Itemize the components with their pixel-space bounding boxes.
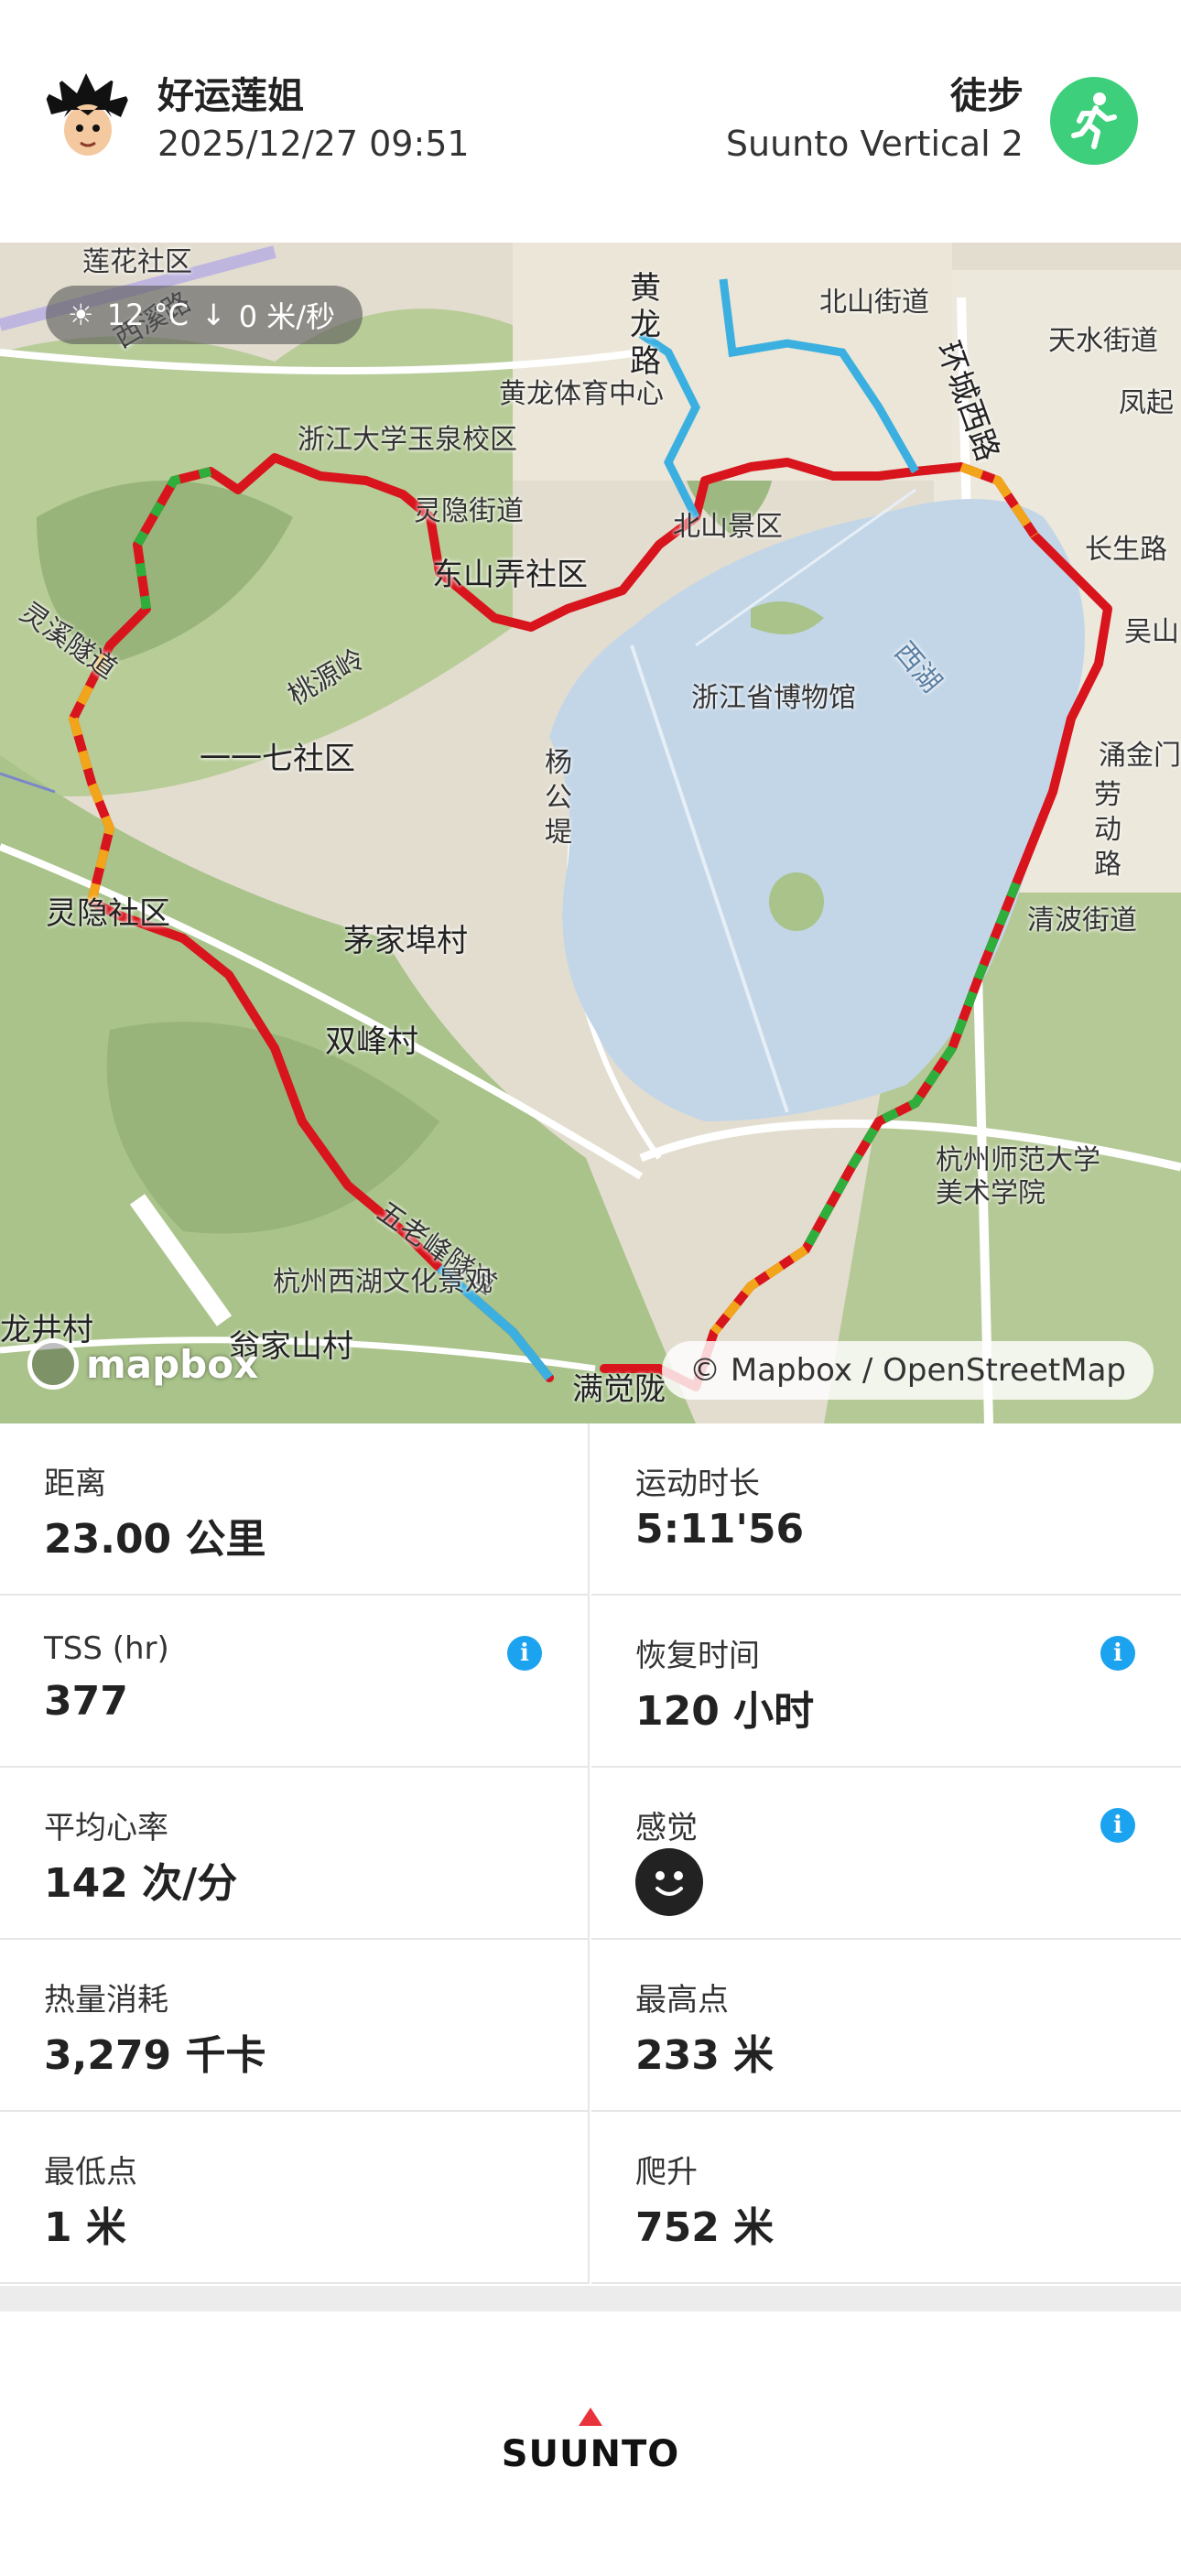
stat-label: 感觉 <box>635 1810 698 1846</box>
map-label: 双峰村 <box>325 1023 418 1060</box>
brand-name: SUUNTO <box>501 2433 680 2475</box>
mapbox-logo[interactable]: mapbox <box>27 1338 258 1390</box>
map-label: 杭州西湖文化景观 <box>273 1266 493 1298</box>
stat-label: 距离 <box>44 1466 106 1502</box>
stat-value: 3,279 千卡 <box>44 2032 266 2079</box>
stat-cell: 最低点 1 米 <box>0 2112 590 2284</box>
info-icon[interactable]: i <box>1100 1808 1135 1843</box>
stat-value: 1 米 <box>44 2204 126 2251</box>
stat-label: 最高点 <box>635 1982 729 2019</box>
mapbox-wordmark: mapbox <box>86 1341 259 1387</box>
map-label: 北山景区 <box>673 511 783 543</box>
route-map[interactable]: 莲花社区 西溪路 黄龙体育中心 浙江大学玉泉校区 灵隐街道 北山街道 天水街道 … <box>0 243 1181 1423</box>
stat-label: 最低点 <box>44 2154 137 2191</box>
map-canvas <box>0 243 1181 1423</box>
wind-speed: 0 米/秒 <box>238 299 336 334</box>
map-label: 北山街道 <box>819 287 929 319</box>
map-label: 杭州师范大学美术学院 <box>936 1144 1100 1209</box>
suunto-logo-icon <box>579 2408 602 2426</box>
stat-cell: 热量消耗 3,279 千卡 <box>0 1940 590 2112</box>
map-label: 浙江大学玉泉校区 <box>298 424 517 456</box>
device-name: Suunto Vertical 2 <box>725 124 1024 164</box>
map-label: 东山弄社区 <box>432 557 588 593</box>
stat-value: 120 小时 <box>635 1688 815 1735</box>
stat-cell: 最高点 233 米 <box>591 1940 1181 2112</box>
info-icon[interactable]: i <box>1100 1636 1135 1671</box>
map-label: 杨公堤 <box>545 747 572 849</box>
stat-label: 恢复时间 <box>635 1638 760 1674</box>
stat-cell: 距离 23.00 公里 <box>0 1423 590 1596</box>
map-label: 劳动路 <box>1094 779 1121 881</box>
stat-value: 752 米 <box>635 2204 775 2251</box>
stat-label: 爬升 <box>635 2154 698 2191</box>
map-label: 吴山 <box>1124 616 1179 648</box>
sun-icon: ☀ <box>68 298 94 332</box>
hiking-icon <box>1050 77 1138 165</box>
stat-cell: 感觉 i <box>591 1768 1181 1940</box>
activity-header: 好运莲姐 2025/12/27 09:51 徒步 Suunto Vertical… <box>0 0 1181 243</box>
user-name[interactable]: 好运莲姐 <box>157 66 304 119</box>
stat-cell: 运动时长 5:11'56 <box>591 1423 1181 1596</box>
stat-cell: 爬升 752 米 <box>591 2112 1181 2284</box>
stat-value: 23.00 公里 <box>44 1516 266 1563</box>
smiley-face-icon <box>635 1848 703 1916</box>
sport-type: 徒步 <box>950 75 1024 117</box>
stat-value: 5:11'56 <box>635 1506 805 1553</box>
map-label: 莲花社区 <box>82 246 192 278</box>
activity-datetime: 2025/12/27 09:51 <box>157 124 470 164</box>
brand-footer: SUUNTO <box>0 2408 1181 2475</box>
stat-cell: 恢复时间 120 小时 i <box>591 1596 1181 1768</box>
stat-label: 平均心率 <box>44 1810 168 1846</box>
map-label: 天水街道 <box>1048 325 1158 357</box>
map-label: 灵隐街道 <box>414 495 524 527</box>
wind-arrow-icon: ↓ <box>200 298 226 332</box>
mapbox-icon <box>27 1338 79 1390</box>
stat-value: 377 <box>44 1678 128 1725</box>
map-label: 黄龙路 <box>630 270 661 380</box>
stat-label: TSS (hr) <box>44 1630 169 1667</box>
map-label: 一一七社区 <box>200 741 355 777</box>
map-label: 茅家埠村 <box>343 923 468 959</box>
stat-value: 142 次/分 <box>44 1860 238 1907</box>
map-label: 浙江省博物馆 <box>691 682 856 714</box>
stat-label: 运动时长 <box>635 1466 760 1502</box>
temperature: 12 °C <box>106 298 189 332</box>
avatar[interactable] <box>42 73 132 163</box>
info-icon[interactable]: i <box>507 1636 542 1671</box>
stat-cell: 平均心率 142 次/分 <box>0 1768 590 1940</box>
map-label: 满觉陇 <box>572 1371 666 1408</box>
stat-cell: TSS (hr) 377 i <box>0 1596 590 1768</box>
map-label: 灵隐社区 <box>46 895 170 932</box>
weather-badge: ☀ 12 °C ↓ 0 米/秒 <box>46 286 363 344</box>
stat-label: 热量消耗 <box>44 1982 168 2019</box>
map-attribution[interactable]: © Mapbox / OpenStreetMap <box>662 1341 1154 1400</box>
section-divider <box>0 2286 1181 2311</box>
map-label: 凤起 <box>1119 387 1174 419</box>
map-label: 长生路 <box>1085 534 1167 566</box>
map-label: 涌金门 <box>1099 740 1181 772</box>
stats-grid: 距离 23.00 公里 运动时长 5:11'56 TSS (hr) 377 i 恢复时间 120… <box>0 1423 1181 2284</box>
stat-value: 233 米 <box>635 2032 775 2079</box>
map-label: 清波街道 <box>1027 904 1137 936</box>
